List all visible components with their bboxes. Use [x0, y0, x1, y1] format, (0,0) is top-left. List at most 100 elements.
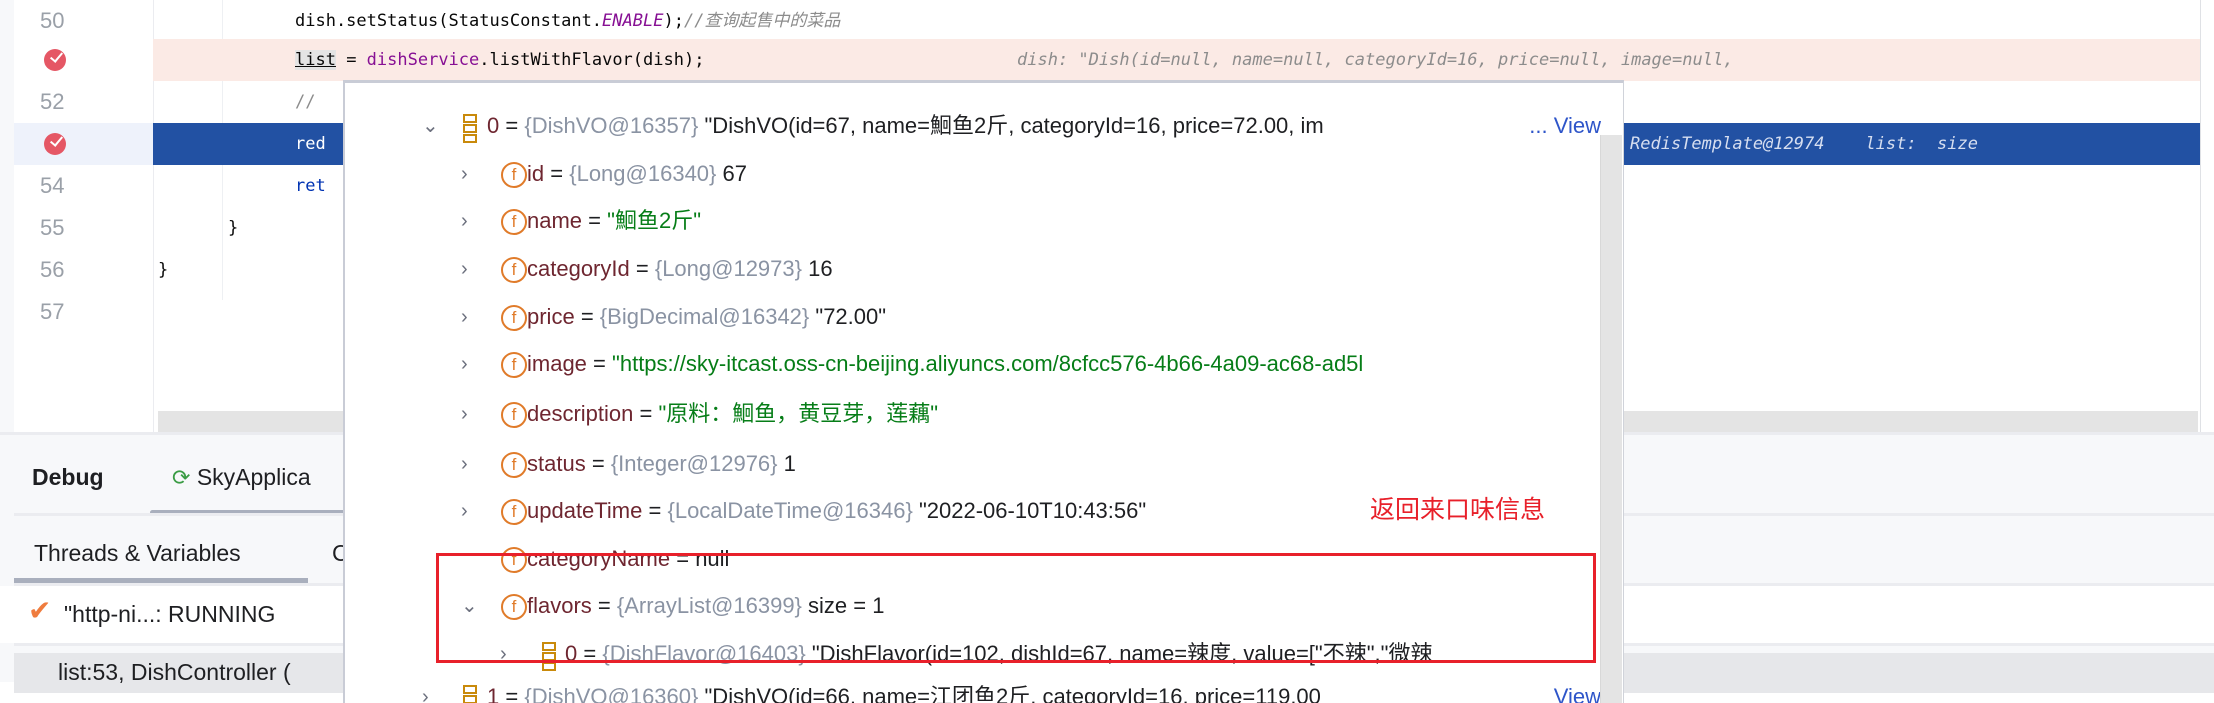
line-number: 50	[40, 8, 65, 33]
code-token: =	[335, 50, 367, 70]
code-token: ENABLE	[602, 11, 664, 31]
tree-node-image[interactable]: › f image = "https://sky-itcast.oss-cn-bei…	[345, 340, 1599, 388]
field-name: image	[527, 351, 587, 376]
code-line[interactable]: list = dishService.listWithFlavor(dish);	[295, 39, 704, 81]
field-name: status	[527, 451, 586, 476]
code-token: dishService	[366, 50, 480, 70]
chevron-right-icon[interactable]: ›	[461, 245, 468, 293]
field-icon: f	[501, 305, 527, 331]
operator: =	[593, 351, 606, 376]
tree-node-id[interactable]: › f id = {Long@16340} 67	[345, 150, 1599, 198]
field-value: "原料：鮰鱼，黄豆芽，莲藕"	[658, 401, 939, 426]
field-icon: f	[501, 499, 527, 525]
tab-threads-variables[interactable]: Threads & Variables	[34, 533, 241, 573]
annotation-text: 返回来口味信息	[1370, 496, 1546, 524]
field-type: {Integer@12976}	[610, 451, 778, 476]
operator: =	[639, 401, 653, 426]
chevron-right-icon[interactable]: ›	[461, 487, 468, 535]
field-icon: f	[501, 352, 527, 378]
array-element-icon	[463, 114, 477, 143]
chevron-right-icon[interactable]: ›	[461, 197, 468, 245]
field-value: 16	[808, 256, 833, 281]
field-value: 1	[783, 451, 796, 476]
line-number: 52	[40, 89, 65, 114]
node-label: 1	[487, 684, 500, 703]
field-type: {BigDecimal@16342}	[599, 304, 810, 329]
editor-right-border	[2200, 0, 2201, 432]
field-value: "鮰鱼2斤"	[607, 208, 702, 233]
chevron-right-icon[interactable]: ›	[422, 673, 429, 703]
ellipsis: ...	[1529, 113, 1548, 138]
field-icon: f	[501, 257, 527, 283]
operator: =	[635, 256, 649, 281]
array-element-icon	[463, 685, 477, 703]
tab-sky-application[interactable]: ⟳ SkyApplica	[172, 449, 311, 505]
code-line[interactable]: ret	[295, 165, 326, 207]
field-value: 67	[722, 161, 747, 186]
line-number: 55	[40, 215, 65, 240]
gutter-line-bg	[14, 123, 153, 165]
operator: =	[505, 113, 519, 138]
line-number: 54	[40, 173, 65, 198]
tab-debug[interactable]: Debug	[32, 449, 104, 505]
breakpoint-icon[interactable]	[44, 133, 66, 155]
node-value: "DishVO(id=67, name=鮰鱼2斤, categoryId=16,…	[704, 113, 1324, 138]
inline-value-hint: RedisTemplate@12974 list: size	[1630, 134, 1978, 154]
field-icon: f	[501, 209, 527, 235]
tree-node-description[interactable]: › f description = "原料：鮰鱼，黄豆芽，莲藕"	[345, 390, 1599, 438]
chevron-right-icon[interactable]: ›	[461, 293, 468, 341]
node-type: {DishVO@16357}	[524, 113, 699, 138]
tree-node-root[interactable]: ⌄ 0 = {DishVO@16357} "DishVO(id=67, name…	[345, 102, 1601, 150]
field-name: description	[527, 401, 634, 426]
node-label: 0	[487, 113, 500, 138]
node-value: "DishVO(id=66, name=江团鱼2斤, categoryId=16…	[704, 684, 1321, 703]
tree-node-price[interactable]: › f price = {BigDecimal@16342} "72.00"	[345, 293, 1599, 341]
popup-scrollbar[interactable]	[1600, 135, 1622, 703]
check-icon: ✔	[28, 595, 52, 626]
inline-value-hint: dish: "Dish(id=null, name=null, category…	[1017, 50, 1734, 70]
code-token: .listWithFlavor(dish);	[479, 50, 705, 70]
operator: =	[550, 161, 564, 186]
chevron-down-icon[interactable]: ⌄	[422, 102, 439, 150]
field-name: price	[527, 304, 575, 329]
code-line[interactable]: dish.setStatus(StatusConstant.ENABLE);//…	[295, 0, 840, 42]
field-value: "https://sky-itcast.oss-cn-beijing.aliyu…	[612, 351, 1364, 376]
tree-node-status[interactable]: › f status = {Integer@12976} 1	[345, 440, 1599, 488]
code-token: dish.setStatus(StatusConstant.	[295, 11, 603, 31]
field-type: {Long@16340}	[569, 161, 717, 186]
code-line[interactable]: }	[228, 207, 238, 249]
tree-node-1[interactable]: › 1 = {DishVO@16360} "DishVO(id=66, name…	[345, 673, 1601, 703]
field-type: {Long@12973}	[654, 256, 802, 281]
line-number: 57	[40, 299, 65, 324]
field-value: "2022-06-10T10:43:56"	[918, 498, 1147, 523]
chevron-right-icon[interactable]: ›	[461, 340, 468, 388]
code-token: list	[295, 50, 336, 70]
tree-node-name[interactable]: › f name = "鮰鱼2斤"	[345, 197, 1599, 245]
field-name: categoryId	[527, 256, 630, 281]
operator: =	[648, 498, 662, 523]
field-name: updateTime	[527, 498, 643, 523]
chevron-right-icon[interactable]: ›	[461, 390, 468, 438]
line-number: 56	[40, 257, 65, 282]
operator: =	[591, 451, 605, 476]
operator: =	[580, 304, 594, 329]
field-icon: f	[501, 452, 527, 478]
breakpoint-icon[interactable]	[44, 49, 66, 71]
code-token: //查询起售中的菜品	[683, 11, 841, 31]
view-link[interactable]: View	[1549, 673, 1601, 703]
tab-label: SkyApplica	[196, 464, 311, 490]
gutter-line-bg	[14, 39, 153, 81]
annotation-highlight-box	[436, 553, 1596, 663]
spring-app-icon: ⟳	[172, 465, 191, 490]
chevron-right-icon[interactable]: ›	[461, 440, 468, 488]
chevron-right-icon[interactable]: ›	[461, 150, 468, 198]
view-link[interactable]: View	[1554, 113, 1601, 138]
field-icon: f	[501, 402, 527, 428]
code-line[interactable]: //	[295, 81, 315, 123]
field-type: {LocalDateTime@16346}	[667, 498, 913, 523]
tree-node-categoryId[interactable]: › f categoryId = {Long@12973} 16	[345, 245, 1599, 293]
code-line[interactable]: red	[295, 123, 326, 165]
operator: =	[505, 684, 519, 703]
field-value: "72.00"	[815, 304, 887, 329]
code-line[interactable]: }	[158, 249, 168, 291]
